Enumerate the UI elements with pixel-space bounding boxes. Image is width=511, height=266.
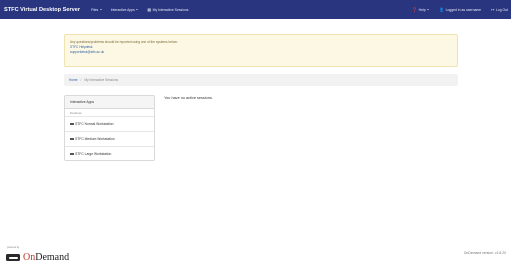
panel-heading: Interactive Apps xyxy=(65,96,154,109)
sessions-icon: ▩ xyxy=(147,6,152,12)
monitor-icon xyxy=(70,152,74,156)
app-item-label: STFC Medium Workstation xyxy=(75,137,115,141)
files-menu-label: Files xyxy=(91,7,99,12)
app-item-label: STFC Normal Workstation xyxy=(75,122,114,126)
breadcrumb: Home / My Interactive Sessions xyxy=(64,74,458,86)
user-icon: 👤 xyxy=(439,6,445,12)
nav-menu-right: ❓ Help 👤 Logged in as username ↦ Log Out xyxy=(402,6,508,12)
logout-label: Log Out xyxy=(495,7,508,12)
chevron-down-icon xyxy=(427,9,430,10)
my-sessions-link[interactable]: ▩ My Interactive Sessions xyxy=(147,6,189,12)
help-icon: ❓ xyxy=(412,6,418,12)
version-label: OnDemand version: v1.8.20 xyxy=(463,251,506,255)
monitor-icon xyxy=(70,137,74,141)
interactive-apps-menu-label: Interactive Apps xyxy=(110,7,135,12)
monitor-icon xyxy=(70,122,74,126)
panel-section-label: Desktops xyxy=(70,110,82,115)
ondemand-wordmark: OnDemand xyxy=(23,252,70,263)
announcement-alert: Any questions/problems should be reporte… xyxy=(64,34,458,67)
brand-title[interactable]: STFC Virtual Desktop Server xyxy=(4,7,80,13)
chevron-down-icon xyxy=(136,9,139,10)
powered-by-label: powered by xyxy=(7,246,20,249)
app-item-normal-workstation[interactable]: STFC Normal Workstation xyxy=(65,116,154,131)
help-menu[interactable]: ❓ Help xyxy=(412,6,430,12)
app-item-large-workstation[interactable]: STFC Large Workstation xyxy=(65,146,154,160)
logout-link[interactable]: ↦ Log Out xyxy=(491,6,508,12)
nav-menu-left: Files Interactive Apps ▩ My Interactive … xyxy=(91,6,197,12)
help-menu-label: Help xyxy=(418,7,426,12)
chevron-down-icon xyxy=(99,9,102,10)
breadcrumb-home[interactable]: Home xyxy=(69,78,78,82)
ondemand-logo[interactable]: OnDemand xyxy=(6,252,69,263)
breadcrumb-separator: / xyxy=(80,78,82,82)
files-menu[interactable]: Files xyxy=(91,8,102,12)
logout-icon: ↦ xyxy=(491,6,495,12)
interactive-apps-panel: Interactive Apps Desktops STFC Normal Wo… xyxy=(64,95,155,161)
interactive-apps-menu[interactable]: Interactive Apps xyxy=(111,8,139,12)
app-item-medium-workstation[interactable]: STFC Medium Workstation xyxy=(65,131,154,146)
my-sessions-label: My Interactive Sessions xyxy=(152,7,189,12)
breadcrumb-current: My Interactive Sessions xyxy=(84,78,119,82)
support-email-link[interactable]: supportdesk@stfc.ac.uk xyxy=(70,50,452,55)
app-item-label: STFC Large Workstation xyxy=(75,152,112,156)
logged-in-label: Logged in as username xyxy=(445,7,482,12)
top-navbar: STFC Virtual Desktop Server Files Intera… xyxy=(0,0,511,19)
no-sessions-message: You have no active sessions. xyxy=(164,96,213,100)
ood-logo-icon xyxy=(6,254,20,261)
logged-in-user: 👤 Logged in as username xyxy=(439,6,482,12)
